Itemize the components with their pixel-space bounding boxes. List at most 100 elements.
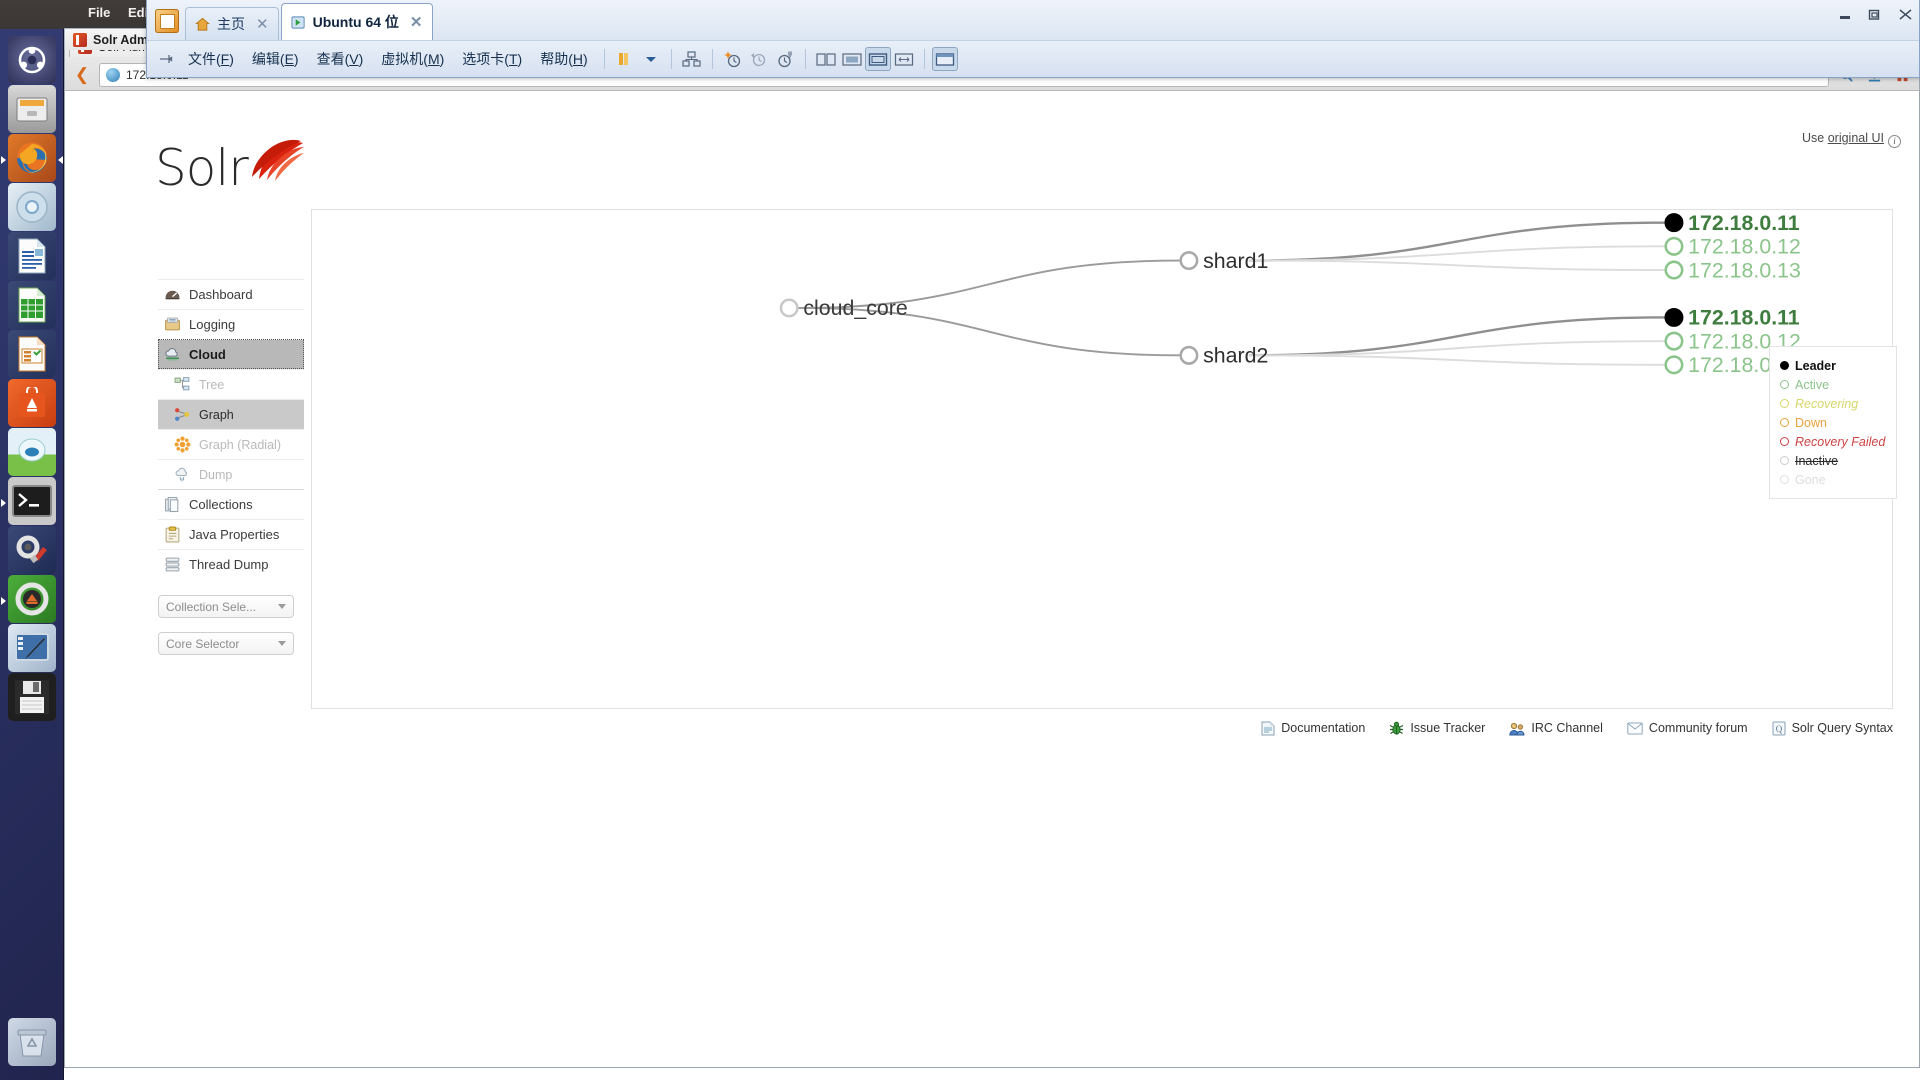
close-icon[interactable]: ✕ bbox=[410, 13, 423, 31]
vmware-menu-label: 帮助 bbox=[540, 51, 569, 67]
vmware-tab-1[interactable]: 主页 ✕ bbox=[185, 7, 279, 40]
graph-node-replica-2[interactable]: 172.18.0.12 bbox=[1664, 235, 1801, 259]
stretch-icon[interactable] bbox=[891, 47, 917, 71]
chevron-down-icon bbox=[278, 604, 286, 609]
vmware-menu-label: 查看 bbox=[316, 51, 345, 67]
vmware-menu-label: 选项卡 bbox=[462, 51, 505, 67]
sidebar-item-cloud[interactable]: Cloud bbox=[158, 339, 304, 369]
legend-marker-active bbox=[1780, 380, 1789, 389]
library-toggle-icon[interactable] bbox=[612, 47, 638, 71]
software-updater-icon[interactable] bbox=[8, 575, 56, 623]
vmware-menu-3[interactable]: 查看(V) bbox=[308, 45, 373, 73]
revert-snapshot-icon[interactable] bbox=[746, 47, 772, 71]
sidebar-item-dump[interactable]: Dump bbox=[158, 459, 304, 489]
multi-monitor-icon[interactable] bbox=[839, 47, 865, 71]
graph-node-replica-4[interactable]: 172.18.0.11 bbox=[1664, 306, 1800, 330]
files-icon[interactable] bbox=[8, 85, 56, 133]
graph-node-shard-2-label: shard2 bbox=[1203, 344, 1268, 368]
footer-link-community-forum[interactable]: Community forum bbox=[1627, 721, 1748, 735]
collection-selector[interactable]: Collection Sele... bbox=[158, 595, 294, 618]
vmware-library-icon[interactable] bbox=[155, 9, 179, 33]
query-icon: Q bbox=[1772, 721, 1786, 735]
footer-link-issue-tracker[interactable]: Issue Tracker bbox=[1389, 721, 1485, 736]
snapshot-manager-icon[interactable] bbox=[772, 47, 798, 71]
vmware-menu-2[interactable]: 编辑(E) bbox=[243, 45, 308, 73]
footer-link-label: IRC Channel bbox=[1531, 721, 1603, 735]
disk-icon[interactable] bbox=[8, 673, 56, 721]
graph-node-shard-2-marker bbox=[1179, 345, 1199, 365]
snapshot-icon[interactable] bbox=[720, 47, 746, 71]
graph-node-replica-3[interactable]: 172.18.0.13 bbox=[1664, 258, 1801, 282]
graph-node-replica-1[interactable]: 172.18.0.11 bbox=[1664, 211, 1800, 235]
graph-edge bbox=[1248, 316, 1665, 357]
sidebar-item-dashboard[interactable]: Dashboard bbox=[158, 279, 304, 309]
graph-node-shard-1-label: shard1 bbox=[1203, 249, 1268, 273]
launcher-running-indicator bbox=[1, 156, 6, 164]
legend-marker-inactive bbox=[1780, 456, 1789, 465]
sidebar-item-graph-radial[interactable]: Graph (Radial) bbox=[158, 429, 304, 459]
sidebar-item-logging[interactable]: Logging bbox=[158, 309, 304, 339]
trash-icon[interactable] bbox=[8, 1018, 56, 1066]
solrcloud-graph[interactable]: cloud_coreshard1shard2172.18.0.11172.18.… bbox=[312, 210, 1892, 1000]
vmware-window-buttons bbox=[1838, 8, 1913, 24]
graph-node-shard-2[interactable]: shard2 bbox=[1179, 344, 1269, 368]
terminal-icon[interactable] bbox=[8, 477, 56, 525]
original-ui-link[interactable]: original UI bbox=[1828, 131, 1884, 145]
vmware-menu-6[interactable]: 帮助(H) bbox=[531, 45, 596, 73]
close-button[interactable] bbox=[1898, 8, 1913, 24]
firefox-icon[interactable] bbox=[8, 134, 56, 182]
pin-icon[interactable] bbox=[153, 47, 179, 71]
vmware-tab-label: 主页 bbox=[217, 16, 245, 32]
graph-node-replica-3-marker bbox=[1664, 260, 1684, 280]
console-view-icon[interactable] bbox=[931, 47, 958, 71]
vmware-menu-5[interactable]: 选项卡(T) bbox=[453, 45, 531, 73]
chromium-icon[interactable] bbox=[8, 183, 56, 231]
sidebar-item-label: Graph bbox=[199, 407, 234, 422]
network-icon[interactable] bbox=[679, 47, 705, 71]
vmware-menu-accel: V bbox=[349, 51, 359, 67]
footer-link-irc-channel[interactable]: IRC Channel bbox=[1509, 721, 1603, 736]
libreoffice-writer-icon[interactable] bbox=[8, 232, 56, 280]
minimize-button[interactable] bbox=[1838, 9, 1852, 24]
graph-node-shard-1[interactable]: shard1 bbox=[1179, 249, 1269, 273]
menu-separator bbox=[804, 49, 806, 69]
vmware-menu-4[interactable]: 虚拟机(M) bbox=[372, 45, 453, 73]
unity-mode-icon[interactable] bbox=[813, 47, 839, 71]
footer-link-documentation[interactable]: Documentation bbox=[1261, 721, 1365, 736]
legend-item-down: Down bbox=[1780, 413, 1886, 432]
vmware-menu-1[interactable]: 文件(F) bbox=[179, 45, 243, 73]
solr-footer-links: Documentation Issue Tracker IRC Channel Com… bbox=[311, 713, 1893, 743]
sidebar-item-label: Graph (Radial) bbox=[199, 437, 281, 452]
help-icon[interactable] bbox=[8, 428, 56, 476]
sidebar-item-label: Java Properties bbox=[189, 527, 280, 542]
fullscreen-icon[interactable] bbox=[864, 47, 891, 71]
footer-link-label: Community forum bbox=[1648, 721, 1748, 735]
footer-link-solr-query-syntax[interactable]: Q Solr Query Syntax bbox=[1772, 721, 1893, 736]
info-icon[interactable]: i bbox=[1888, 135, 1901, 148]
solr-sidebar-menu: Dashboard Logging Cloud Tree Graph Graph (Rad… bbox=[158, 279, 304, 655]
sidebar-item-tree[interactable]: Tree bbox=[158, 369, 304, 399]
libreoffice-calc-icon[interactable] bbox=[8, 281, 56, 329]
legend-label: Recovery Failed bbox=[1795, 434, 1886, 449]
sidebar-item-label: Thread Dump bbox=[189, 557, 269, 572]
ubuntu-software-icon[interactable] bbox=[8, 379, 56, 427]
restore-button[interactable] bbox=[1868, 8, 1882, 24]
back-button[interactable]: ❮ bbox=[71, 64, 93, 86]
close-icon[interactable]: ✕ bbox=[256, 15, 269, 33]
sidebar-item-collections[interactable]: Collections bbox=[158, 489, 304, 519]
dropdown-caret-icon[interactable] bbox=[638, 47, 664, 71]
ubuntu-dash-icon[interactable] bbox=[8, 36, 56, 84]
appearance-icon[interactable] bbox=[8, 624, 56, 672]
footer-link-label: Documentation bbox=[1281, 721, 1366, 735]
system-settings-icon[interactable] bbox=[8, 526, 56, 574]
vmware-menu-accel: F bbox=[220, 51, 230, 67]
sidebar-item-thread-dump[interactable]: Thread Dump bbox=[158, 549, 304, 579]
sidebar-item-java-properties[interactable]: Java Properties bbox=[158, 519, 304, 549]
solr-logo[interactable]: Solr bbox=[155, 139, 305, 205]
vmware-tab-2[interactable]: Ubuntu 64 位 ✕ bbox=[280, 3, 433, 40]
legend-marker-recovering bbox=[1780, 399, 1789, 408]
sidebar-item-graph[interactable]: Graph bbox=[158, 399, 304, 429]
libreoffice-impress-icon[interactable] bbox=[8, 330, 56, 378]
panel-menu-file[interactable]: File bbox=[88, 5, 110, 20]
core-selector[interactable]: Core Selector bbox=[158, 632, 294, 655]
